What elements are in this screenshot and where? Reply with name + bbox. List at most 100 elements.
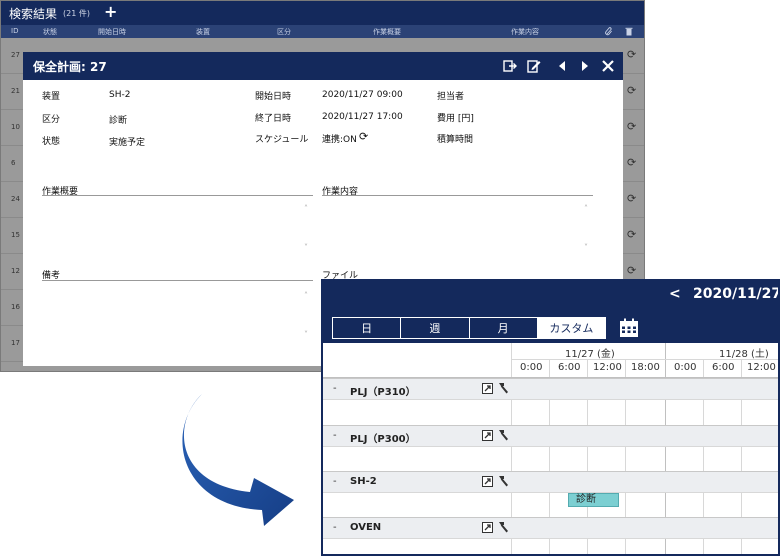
content-scroll-up-icon[interactable]: ˄ — [582, 205, 590, 213]
cost-label: 費用 [円] — [437, 114, 474, 124]
previous-record-icon[interactable] — [551, 55, 573, 77]
resource-name: SH-2 — [350, 476, 377, 487]
content-textarea[interactable] — [322, 199, 593, 257]
collapse-toggle[interactable]: - — [333, 383, 337, 394]
curved-arrow-icon — [182, 394, 294, 526]
collapse-toggle[interactable]: - — [333, 522, 337, 533]
day-header: 11/28 (土) — [719, 349, 769, 360]
column-id[interactable]: ID — [11, 27, 18, 35]
device-label: 装置 — [42, 92, 61, 102]
refresh-icon[interactable]: ⟳ — [627, 48, 636, 61]
screenshot-root: 検索結果 (21 件) + ID 状態 開始日時 装置 区分 作業概要 作業内容… — [0, 0, 780, 556]
status-value: 実施予定 — [109, 138, 146, 148]
summary-divider — [42, 195, 313, 196]
search-results-title: 検索結果 — [9, 7, 58, 21]
hour-header: 12:00 — [747, 362, 776, 373]
refresh-icon[interactable]: ⟳ — [627, 264, 636, 277]
next-record-icon[interactable] — [574, 55, 596, 77]
tab-custom[interactable]: カスタム — [537, 318, 605, 338]
column-status[interactable]: 状態 — [43, 27, 57, 37]
refresh-icon[interactable]: ⟳ — [627, 192, 636, 205]
row-id: 24 — [11, 195, 20, 203]
tab-week[interactable]: 週 — [401, 318, 470, 338]
open-link-icon[interactable] — [482, 383, 493, 394]
schedule-value: 連携:ON — [322, 135, 357, 145]
summary-scroll-down-icon[interactable]: ˅ — [302, 244, 310, 252]
schedule-label: スケジュール — [255, 135, 309, 145]
hour-header: 0:00 — [674, 362, 697, 373]
column-device[interactable]: 装置 — [196, 27, 210, 37]
summary-scroll-up-icon[interactable]: ˄ — [302, 205, 310, 213]
end-value: 2020/11/27 17:00 — [322, 112, 403, 122]
resource-name: PLJ（P300） — [350, 434, 416, 445]
row-id: 16 — [11, 303, 20, 311]
schedule-event[interactable]: 診断 — [568, 493, 619, 507]
resource-group-row[interactable]: - PLJ（P300） — [323, 425, 778, 446]
hammer-icon[interactable] — [497, 382, 509, 394]
summary-textarea[interactable] — [42, 199, 313, 257]
row-id: 12 — [11, 267, 20, 275]
hour-header: 6:00 — [712, 362, 735, 373]
timeline-row-line — [323, 538, 778, 539]
calendar-header: < 2020/11/27 日 週 月 カスタム — [323, 281, 780, 343]
export-icon[interactable] — [499, 55, 521, 77]
hammer-icon[interactable] — [497, 475, 509, 487]
open-link-icon[interactable] — [482, 430, 493, 441]
category-label: 区分 — [42, 115, 61, 125]
calendar-icon[interactable] — [619, 318, 639, 338]
refresh-icon[interactable]: ⟳ — [627, 156, 636, 169]
device-value: SH-2 — [109, 90, 131, 100]
open-link-icon[interactable] — [482, 522, 493, 533]
timeline-row-line — [323, 446, 778, 447]
collapse-toggle[interactable]: - — [333, 430, 337, 441]
tab-month[interactable]: 月 — [470, 318, 538, 338]
resource-name: PLJ（P310） — [350, 387, 416, 398]
status-label: 状態 — [42, 137, 61, 147]
notes-scroll-up-icon[interactable]: ˄ — [302, 292, 310, 300]
close-icon[interactable] — [597, 55, 619, 77]
column-content[interactable]: 作業内容 — [511, 27, 539, 37]
refresh-icon[interactable]: ⟳ — [627, 84, 636, 97]
refresh-icon[interactable]: ⟳ — [627, 228, 636, 241]
start-label: 開始日時 — [255, 92, 292, 102]
hammer-icon[interactable] — [497, 429, 509, 441]
hour-header: 12:00 — [593, 362, 622, 373]
refresh-icon[interactable]: ⟳ — [627, 120, 636, 133]
row-id: 21 — [11, 87, 20, 95]
resource-group-row[interactable]: - OVEN — [323, 517, 778, 538]
calendar-prev-button[interactable]: < — [669, 286, 681, 302]
row-id: 10 — [11, 123, 20, 131]
notes-textarea[interactable] — [42, 284, 313, 342]
sync-icon[interactable]: ⟳ — [359, 130, 368, 143]
tab-day[interactable]: 日 — [333, 318, 402, 338]
resource-group-row[interactable]: - SH-2 — [323, 471, 778, 492]
calendar-date: 2020/11/27 — [693, 286, 780, 302]
results-column-header: ID 状態 開始日時 装置 区分 作業概要 作業内容 — [1, 25, 644, 38]
category-value: 診断 — [109, 116, 128, 126]
column-start[interactable]: 開始日時 — [98, 27, 126, 37]
calendar-timeline: 11/27 (金) 11/28 (土) 0:00 6:00 12:00 18:0… — [323, 343, 778, 554]
hammer-icon[interactable] — [497, 521, 509, 533]
search-results-count: (21 件) — [63, 9, 90, 18]
dialog-titlebar: 保全計画: 27 — [23, 52, 623, 80]
content-scroll-down-icon[interactable]: ˅ — [582, 244, 590, 252]
calendar-window: < 2020/11/27 日 週 月 カスタム 11/27 (金) 11/28 … — [321, 279, 780, 556]
row-id: 15 — [11, 231, 20, 239]
resource-group-row[interactable]: - PLJ（P310） — [323, 378, 778, 399]
column-summary[interactable]: 作業概要 — [373, 27, 401, 37]
start-value: 2020/11/27 09:00 — [322, 90, 403, 100]
collapse-toggle[interactable]: - — [333, 476, 337, 487]
search-results-header: 検索結果 (21 件) + — [1, 1, 644, 25]
row-id: 17 — [11, 339, 20, 347]
notes-scroll-down-icon[interactable]: ˅ — [302, 331, 310, 339]
trash-icon — [625, 27, 633, 38]
end-label: 終了日時 — [255, 114, 292, 124]
column-category[interactable]: 区分 — [277, 27, 291, 37]
add-icon[interactable]: + — [104, 3, 117, 21]
time-label: 積算時間 — [437, 135, 474, 145]
hour-header: 6:00 — [558, 362, 581, 373]
edit-icon[interactable] — [523, 55, 545, 77]
day-header: 11/27 (金) — [565, 349, 615, 360]
notes-divider — [42, 280, 313, 281]
open-link-icon[interactable] — [482, 476, 493, 487]
